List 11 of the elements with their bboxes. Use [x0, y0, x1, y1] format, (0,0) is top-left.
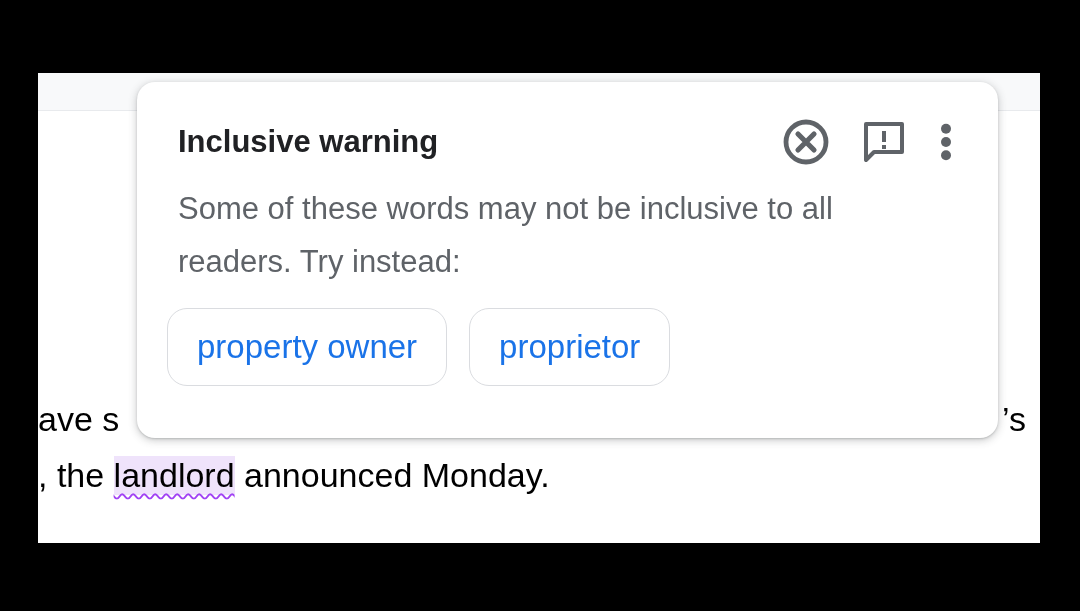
- close-icon[interactable]: [782, 118, 830, 166]
- body-text: , the: [38, 455, 106, 495]
- warning-message: Some of these words may not be inclusive to all readers. Try instead:: [178, 190, 834, 281]
- body-text: ave s: [38, 399, 120, 439]
- body-text: announced Monday.: [243, 455, 550, 495]
- flagged-word[interactable]: landlord: [113, 455, 235, 495]
- body-text: ’s: [1002, 399, 1026, 439]
- suggestion-chip[interactable]: property owner: [167, 308, 448, 386]
- more-icon[interactable]: [938, 122, 954, 162]
- card-title: Inclusive warning: [178, 124, 439, 160]
- suggestion-chip[interactable]: proprietor: [469, 308, 671, 386]
